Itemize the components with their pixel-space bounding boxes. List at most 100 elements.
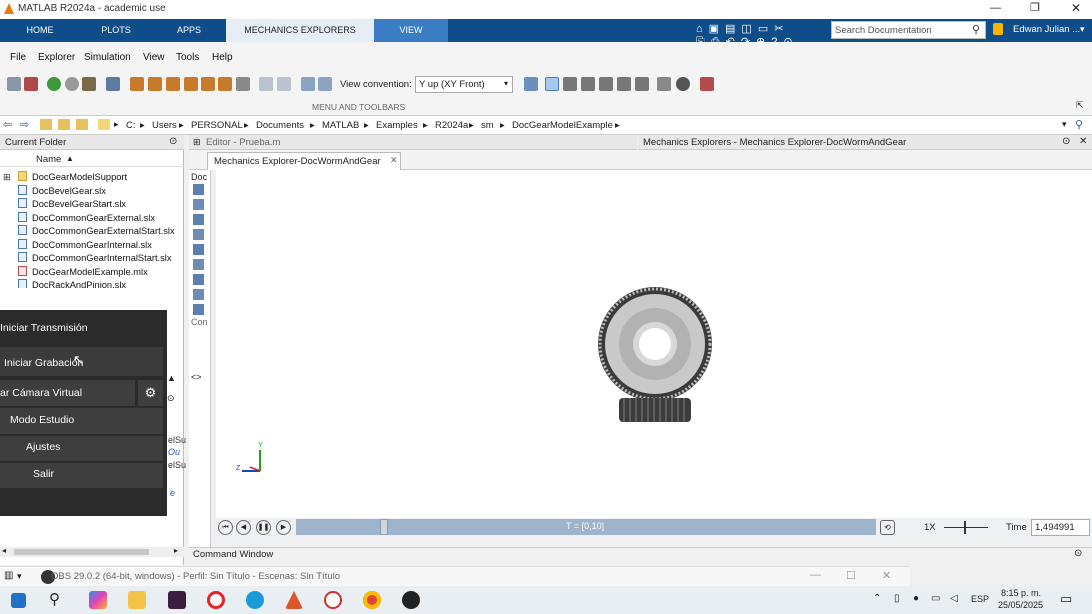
column-header[interactable]: Name ▲ [0,151,184,167]
tab-view[interactable]: VIEW [374,19,448,42]
speed-slider[interactable] [944,521,988,534]
new-folder-icon[interactable] [76,119,88,130]
list-item[interactable]: DocCommonGearExternal.slx [18,212,155,223]
user-chevron-down-icon[interactable]: ▾ [1080,24,1085,35]
minimize-icon[interactable]: — [990,2,1001,14]
bottom-view-icon[interactable] [184,77,198,91]
tree-node-icon[interactable] [193,274,204,285]
loop-icon[interactable]: ⟲ [880,520,895,535]
crumb-docgearmodelexample[interactable]: DocGearModelExample [512,120,613,131]
browse-folder-icon[interactable] [58,119,70,130]
battery-icon[interactable]: ▭ [931,593,940,604]
tab-plots[interactable]: PLOTS [90,19,142,42]
studio-mode-button[interactable]: Modo Estudio [10,414,74,426]
time-slider-thumb[interactable] [380,519,388,535]
notification-icon[interactable] [993,23,1003,35]
search-documentation-input[interactable]: Search Documentation [831,21,986,39]
language-indicator[interactable]: ESP [971,594,989,604]
tab-mechanics-explorer[interactable]: Mechanics Explorer-DocWormAndGear ✕ [207,152,401,170]
tree-node-icon[interactable] [193,304,204,315]
list-item[interactable]: DocCommonGearExternalStart.slx [18,225,175,236]
list-item[interactable]: DocGearModelExample.mlx [18,266,148,277]
windows-start-icon[interactable] [11,593,26,608]
opera-icon[interactable] [207,591,225,609]
zoom-icon[interactable] [617,77,631,91]
expand-editor-icon[interactable]: ⊞ [193,137,201,148]
panel-menu-icon[interactable]: ⊙ [1074,548,1082,559]
time-value-field[interactable]: 1,494991 [1031,519,1090,536]
volume-icon[interactable]: ◁ [950,593,958,604]
path-dropdown-icon[interactable]: ▾ [1062,119,1067,130]
tab-mechanics-explorers[interactable]: MECHANICS EXPLORERS [226,19,374,42]
path-search-icon[interactable]: ⚲ [1075,118,1083,131]
list-item[interactable]: DocBevelGear.slx [18,185,106,196]
isometric-view-icon[interactable] [236,77,250,91]
app-icon[interactable] [324,591,342,609]
menu-file[interactable]: File [10,52,26,63]
export-icon[interactable] [318,77,332,91]
tab-apps[interactable]: APPS [162,19,216,42]
record-icon[interactable] [82,77,96,91]
pause-icon[interactable]: ❚❚ [256,520,271,535]
restore-icon[interactable]: ❐ [1030,1,1040,14]
import-icon[interactable] [301,77,315,91]
tree-node-icon[interactable] [193,229,204,240]
list-item[interactable]: DocGearModelSupport [18,171,127,182]
left-view-icon[interactable] [201,77,215,91]
horizontal-scrollbar[interactable]: ◂ ▸ [0,546,184,557]
tree-node-icon[interactable] [193,244,204,255]
settings-gear-icon[interactable]: ⚙ [138,380,163,406]
command-window-label[interactable]: Command Window [193,549,273,560]
search-icon[interactable]: ⚲ [972,23,980,36]
camera-icon[interactable] [524,77,538,91]
tree-node-icon[interactable] [193,289,204,300]
rotate-icon[interactable] [563,77,577,91]
back-view-icon[interactable] [148,77,162,91]
up-folder-icon[interactable] [40,119,52,130]
crumb-sm[interactable]: sm [481,120,494,131]
single-view-icon[interactable] [277,77,291,91]
back-arrow-icon[interactable]: ⇦ [3,118,12,131]
crumb-personal[interactable]: PERSONAL [191,120,243,131]
pan-icon[interactable] [599,77,613,91]
edge-icon[interactable] [246,591,264,609]
clock-date[interactable]: 25/05/2025 [998,600,1043,610]
list-item[interactable]: DocCommonGearInternal.slx [18,239,152,250]
close-icon[interactable]: ✕ [1071,1,1081,15]
notification-center-icon[interactable]: ▭ [1060,591,1072,607]
matlab-icon[interactable] [285,591,303,609]
clock-time[interactable]: 8:15 p. m. [1001,588,1041,598]
mechanics-3d-viewport[interactable]: Y Z [216,170,1092,518]
fit-view-icon[interactable] [106,77,120,91]
roll-icon[interactable] [581,77,595,91]
settings-gear-icon[interactable] [700,77,714,91]
minimize-icon[interactable]: — [810,569,821,581]
collapse-arrows-icon[interactable]: <> [191,372,202,382]
list-item[interactable]: DocCommonGearInternalStart.slx [18,252,172,263]
explorer-settings-icon[interactable] [24,77,38,91]
view-convention-select[interactable]: Y up (XY Front) ▾ [415,76,513,93]
details-toggle-icon[interactable]: ⊙ [167,393,175,404]
chrome-icon[interactable] [363,591,381,609]
tab-home[interactable]: HOME [12,19,68,42]
settings-button[interactable]: Ajustes [26,441,60,453]
panel-menu-icon[interactable]: ⊙ [1062,136,1070,147]
split-view-icon[interactable] [259,77,273,91]
stop-icon[interactable] [65,77,79,91]
step-forward-icon[interactable]: ▶ [276,520,291,535]
speed-slider-thumb[interactable] [964,521,966,534]
menu-simulation[interactable]: Simulation [84,52,131,63]
file-explorer-icon[interactable] [128,591,146,609]
crumb-r2024a[interactable]: R2024a [435,120,468,131]
close-tab-icon[interactable]: ✕ [390,155,398,166]
microphone-icon[interactable]: ● [913,593,919,604]
crumb-documents[interactable]: Documents [256,120,304,131]
top-view-icon[interactable] [166,77,180,91]
play-icon[interactable] [47,77,61,91]
front-view-icon[interactable] [130,77,144,91]
right-view-icon[interactable] [218,77,232,91]
new-explorer-icon[interactable] [7,77,21,91]
tree-node-icon[interactable] [193,199,204,210]
obs-icon[interactable] [402,591,420,609]
expand-icon[interactable]: ⊞ [3,172,11,183]
